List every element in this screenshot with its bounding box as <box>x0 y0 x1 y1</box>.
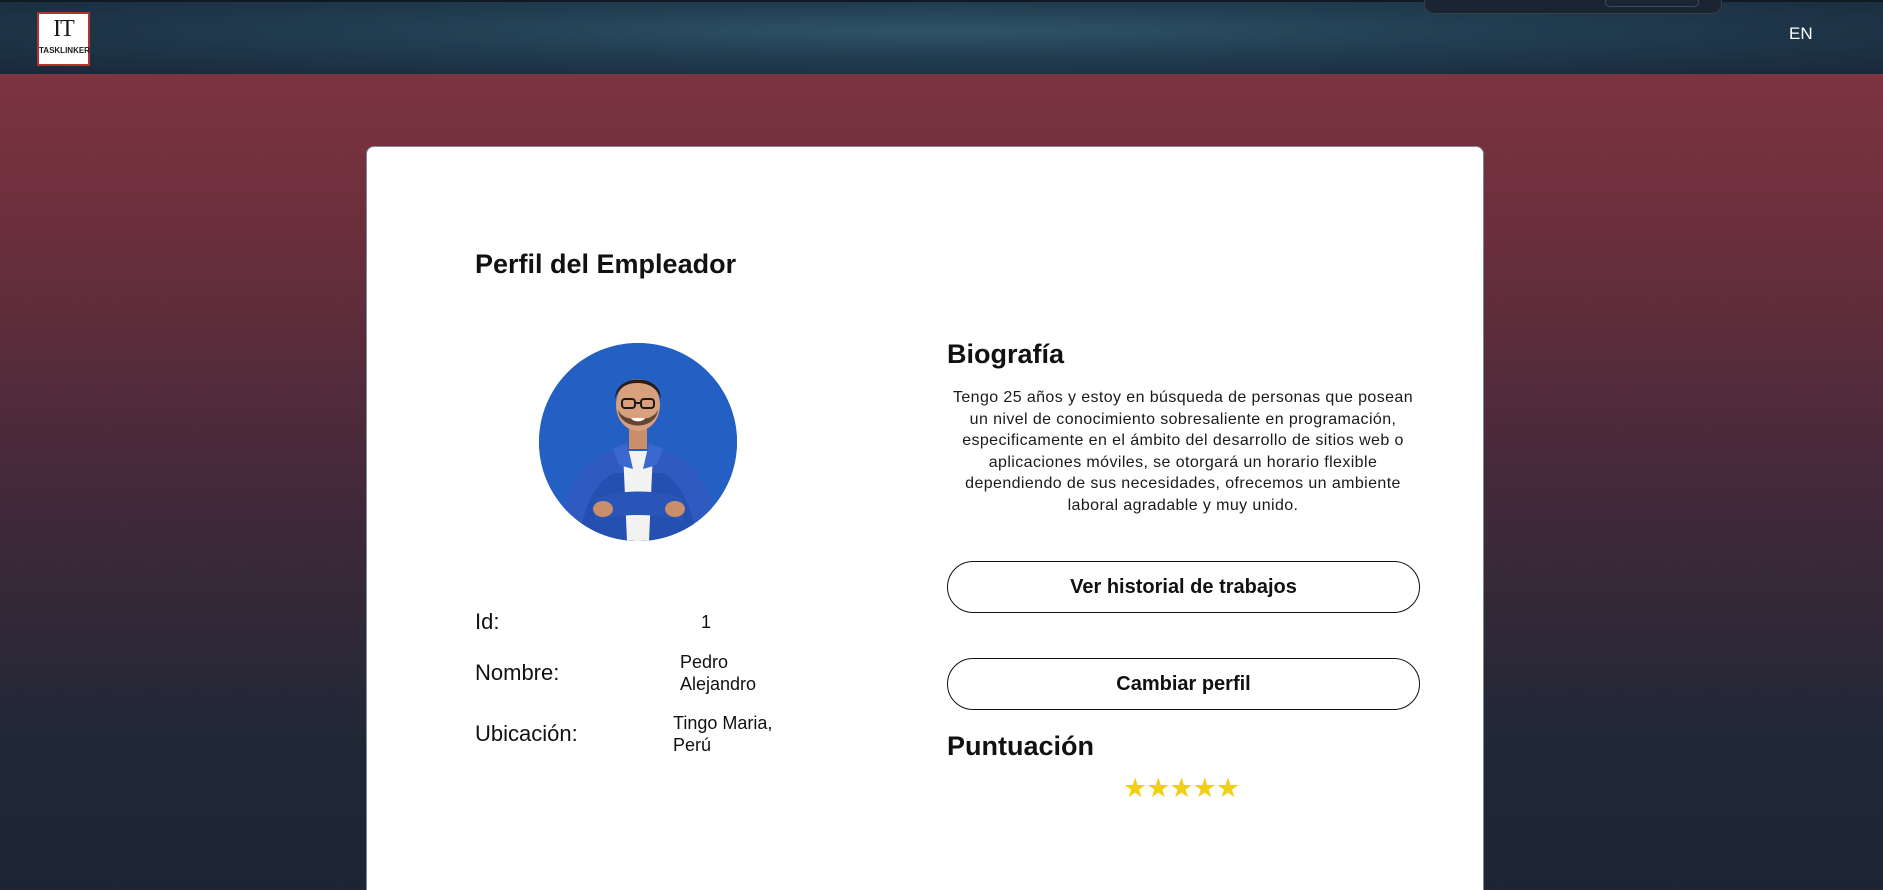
change-profile-button[interactable]: Cambiar perfil <box>947 658 1420 710</box>
employer-profile-card: Perfil del Empleador Id: 1 Nombre: Pedro… <box>366 146 1484 890</box>
app-logo[interactable]: IT TASKLINKER <box>37 12 90 66</box>
location-label: Ubicación: <box>475 721 578 746</box>
id-value: 1 <box>701 612 712 632</box>
name-first: Pedro <box>680 652 729 672</box>
browser-overlay-pill <box>1424 0 1722 14</box>
rating-title: Puntuación <box>947 731 1094 761</box>
name-label: Nombre: <box>475 660 560 685</box>
logo-mark: IT <box>53 16 75 42</box>
top-navbar: IT TASKLINKER EN <box>0 0 1883 74</box>
name-value: Pedro Alejandro <box>680 651 756 695</box>
id-label: Id: <box>475 609 500 634</box>
work-history-button[interactable]: Ver historial de trabajos <box>947 561 1420 613</box>
avatar <box>539 343 737 541</box>
name-second: Alejandro <box>680 674 757 694</box>
avatar-photo <box>539 343 737 541</box>
location-value: Tingo Maria, Perú <box>673 712 772 756</box>
logo-wordmark: TASKLINKER <box>39 46 90 55</box>
bio-title: Biografía <box>947 339 1065 369</box>
language-toggle[interactable]: EN <box>1789 24 1813 44</box>
location-country: Perú <box>673 735 712 755</box>
overlay-pill-segment <box>1605 0 1699 7</box>
rating-stars: ★★★★★ <box>1123 773 1240 803</box>
bio-text: Tengo 25 años y estoy en búsqueda de per… <box>952 389 1414 514</box>
location-city: Tingo Maria, <box>673 713 773 733</box>
page-title: Perfil del Empleador <box>475 249 737 279</box>
